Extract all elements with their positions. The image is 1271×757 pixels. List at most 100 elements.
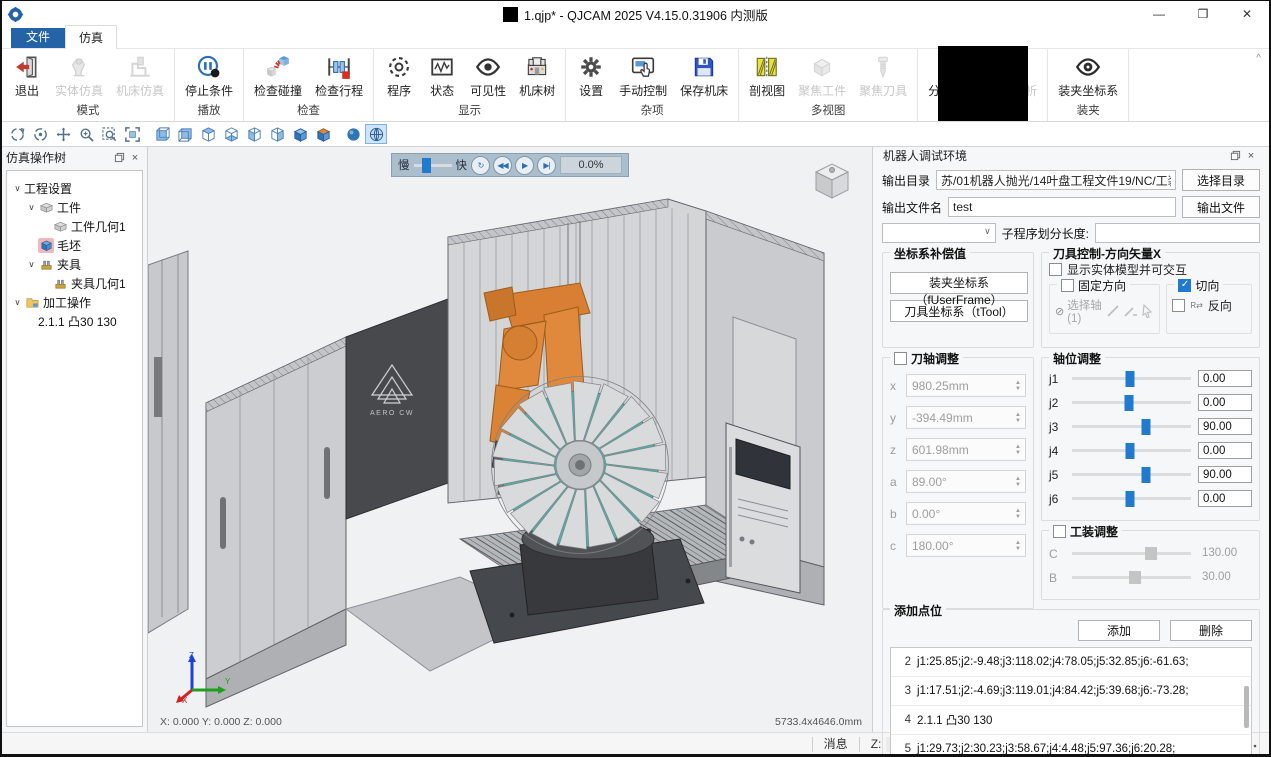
status-message[interactable]: 消息 (812, 737, 859, 752)
view-cube[interactable] (808, 157, 856, 210)
point-list-item[interactable]: 42.1.1 凸30 130 (891, 706, 1251, 735)
points-list[interactable]: 2j1:25.85;j2:-9.48;j3:118.02;j4:78.05;j5… (890, 647, 1252, 757)
axis-z-spinbox[interactable]: 601.98mm▲▼ (906, 438, 1026, 461)
draw-axis-points-icon[interactable] (1123, 304, 1137, 319)
tree-item-2.1.1 凸30 130[interactable]: 2.1.1 凸30 130 (7, 312, 142, 331)
points-scrollbar[interactable] (1244, 686, 1249, 728)
j1-slider-thumb[interactable] (1126, 371, 1135, 387)
spinner-arrows-icon[interactable]: ▲▼ (1011, 380, 1025, 392)
delete-point-button[interactable]: 删除 (1170, 620, 1252, 641)
chevron-down-icon[interactable]: ∨ (11, 183, 24, 194)
fixture-frame-button[interactable]: 装夹坐标系 (1052, 52, 1124, 101)
j1-value-input[interactable]: 0.00 (1198, 370, 1252, 387)
j5-slider[interactable] (1072, 473, 1191, 476)
spinner-arrows-icon[interactable]: ▲▼ (1011, 444, 1025, 456)
iso-view-icon[interactable] (289, 124, 311, 144)
play-button[interactable]: ▶ (515, 156, 534, 175)
close-panel-icon[interactable]: × (1243, 150, 1259, 162)
j5-value-input[interactable]: 90.00 (1198, 466, 1252, 483)
step-button[interactable]: ▶| (537, 156, 556, 175)
output-file-button[interactable]: 输出文件 (1182, 196, 1260, 218)
minimize-button[interactable]: — (1137, 1, 1181, 28)
tool-axis-checkbox[interactable] (894, 352, 907, 365)
add-point-button[interactable]: 添加 (1078, 620, 1160, 641)
j3-slider-thumb[interactable] (1141, 419, 1150, 435)
output-dir-input[interactable] (936, 170, 1176, 190)
speed-slider[interactable] (414, 164, 452, 167)
collapse-ribbon-icon[interactable]: ^ (1256, 53, 1261, 64)
zoom-icon[interactable] (75, 124, 97, 144)
point-list-item[interactable]: 5j1:29.73;j2:30.23;j3:58.67;j4:4.48;j5:9… (891, 735, 1251, 757)
section-view-button[interactable]: 剖视图 (743, 52, 791, 101)
reverse-checkbox[interactable] (1172, 299, 1185, 312)
exit-button[interactable]: 退出 (6, 52, 48, 101)
j1-slider[interactable] (1072, 377, 1191, 380)
zoom-window-icon[interactable] (98, 124, 120, 144)
j6-slider[interactable] (1072, 497, 1191, 500)
iso-view2-icon[interactable] (312, 124, 334, 144)
check-collision-button[interactable]: 检查碰撞 (248, 52, 308, 101)
tree-item-加工操作[interactable]: ∨加工操作 (7, 293, 142, 312)
tree-item-工件几何1[interactable]: 工件几何1 (7, 217, 142, 236)
close-button[interactable]: ✕ (1225, 1, 1269, 28)
j2-slider[interactable] (1072, 401, 1191, 404)
check-travel-button[interactable]: 检查行程 (309, 52, 369, 101)
axis-x-spinbox[interactable]: 980.25mm▲▼ (906, 374, 1026, 397)
close-panel-icon[interactable]: × (127, 152, 143, 164)
fixture-adjust-checkbox[interactable] (1053, 525, 1066, 538)
view-top-icon[interactable] (197, 124, 219, 144)
view-bottom-icon[interactable] (220, 124, 242, 144)
point-list-item[interactable]: 3j1:17.51;j2:-4.69;j3:119.01;j4:84.42;j5… (891, 677, 1251, 706)
j2-slider-thumb[interactable] (1125, 395, 1134, 411)
visibility-button[interactable]: 可见性 (464, 52, 512, 101)
reset-button[interactable]: ↻ (471, 156, 490, 175)
j2-value-input[interactable]: 0.00 (1198, 394, 1252, 411)
status-button[interactable]: 状态 (421, 52, 463, 101)
tree-item-夹具[interactable]: ∨夹具 (7, 255, 142, 274)
point-list-item[interactable]: 2j1:25.85;j2:-9.48;j3:118.02;j4:78.05;j5… (891, 648, 1251, 677)
zoom-fit-icon[interactable] (121, 124, 143, 144)
axis-y-spinbox[interactable]: -394.49mm▲▼ (906, 406, 1026, 429)
rewind-button[interactable]: ◀◀ (493, 156, 512, 175)
spinner-arrows-icon[interactable]: ▲▼ (1011, 412, 1025, 424)
postprocessor-combo[interactable]: ∨ (882, 223, 996, 243)
draw-axis-icon[interactable] (1106, 304, 1120, 319)
spinner-arrows-icon[interactable]: ▲▼ (1011, 476, 1025, 488)
spinner-arrows-icon[interactable]: ▲▼ (1011, 508, 1025, 520)
chevron-down-icon[interactable]: ∨ (25, 202, 38, 213)
j3-slider[interactable] (1072, 425, 1191, 428)
manual-control-button[interactable]: 手动控制 (613, 52, 673, 101)
machine-tree-button[interactable]: 机床树 (513, 52, 561, 101)
tab-simulation[interactable]: 仿真 (65, 25, 117, 49)
orbit-icon[interactable] (6, 124, 28, 144)
j4-slider-thumb[interactable] (1126, 443, 1135, 459)
spinner-arrows-icon[interactable]: ▲▼ (1011, 540, 1025, 552)
float-panel-icon[interactable] (1227, 150, 1243, 161)
view-back-icon[interactable] (174, 124, 196, 144)
tree-item-工程设置[interactable]: ∨工程设置 (7, 179, 142, 198)
maximize-button[interactable]: ❒ (1181, 1, 1225, 28)
output-file-input[interactable] (948, 197, 1176, 217)
save-machine-button[interactable]: 保存机床 (674, 52, 734, 101)
toolframe-button[interactable]: 刀具坐标系（tTool） (890, 300, 1028, 322)
j6-slider-thumb[interactable] (1126, 491, 1135, 507)
fixed-direction-checkbox[interactable] (1061, 279, 1074, 292)
float-panel-icon[interactable] (111, 152, 127, 163)
j3-value-input[interactable]: 90.00 (1198, 418, 1252, 435)
chevron-down-icon[interactable]: ∨ (11, 297, 24, 308)
userframe-button[interactable]: 装夹坐标系（fUserFrame） (890, 272, 1028, 294)
3d-viewport[interactable]: AERO CW (147, 147, 873, 732)
j5-slider-thumb[interactable] (1141, 467, 1150, 483)
j4-slider[interactable] (1072, 449, 1191, 452)
axis-a-spinbox[interactable]: 89.00°▲▼ (906, 470, 1026, 493)
view-left-icon[interactable] (243, 124, 265, 144)
tab-file[interactable]: 文件 (11, 25, 65, 48)
chevron-down-icon[interactable]: ∨ (25, 259, 38, 270)
j6-value-input[interactable]: 0.00 (1198, 490, 1252, 507)
stop-condition-button[interactable]: 停止条件 (179, 52, 239, 101)
pick-cursor-icon[interactable] (1140, 304, 1154, 319)
pan-icon[interactable] (52, 124, 74, 144)
speed-slider-thumb[interactable] (422, 158, 431, 173)
j4-value-input[interactable]: 0.00 (1198, 442, 1252, 459)
settings-button[interactable]: 设置 (570, 52, 612, 101)
